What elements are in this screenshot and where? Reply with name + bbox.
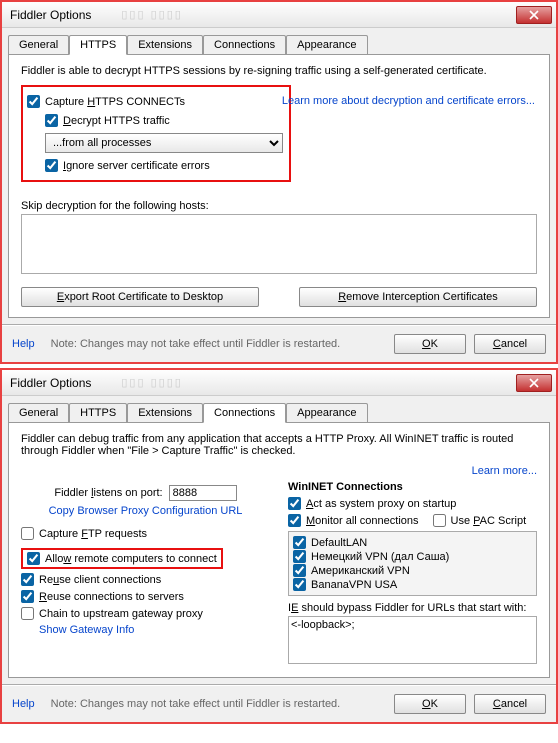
window-title: Fiddler Options bbox=[10, 8, 91, 22]
footer-note: Note: Changes may not take effect until … bbox=[51, 698, 394, 710]
tab-strip: General HTTPS Extensions Connections App… bbox=[2, 396, 556, 422]
conn-checkbox[interactable] bbox=[293, 564, 306, 577]
skip-decryption-input[interactable] bbox=[21, 214, 537, 274]
capture-connects-label: Capture HTTPS CONNECTs bbox=[45, 96, 185, 108]
tab-connections[interactable]: Connections bbox=[203, 403, 286, 423]
close-icon bbox=[529, 378, 539, 388]
learn-more-link[interactable]: Learn more... bbox=[472, 465, 537, 477]
ignore-cert-errors-label: Ignore server certificate errors bbox=[63, 160, 210, 172]
https-description: Fiddler is able to decrypt HTTPS session… bbox=[21, 65, 537, 77]
process-filter-select[interactable]: ...from all processes bbox=[45, 133, 283, 153]
tab-strip: General HTTPS Extensions Connections App… bbox=[2, 28, 556, 54]
capture-ftp-checkbox[interactable] bbox=[21, 527, 34, 540]
tab-appearance[interactable]: Appearance bbox=[286, 403, 367, 423]
tab-extensions[interactable]: Extensions bbox=[127, 403, 203, 423]
help-link[interactable]: Help bbox=[12, 698, 35, 710]
monitor-all-checkbox[interactable] bbox=[288, 514, 301, 527]
allow-remote-checkbox[interactable] bbox=[27, 552, 40, 565]
decrypt-traffic-label: Decrypt HTTPS traffic bbox=[63, 115, 170, 127]
left-column: Fiddler listens on port: Copy Browser Pr… bbox=[21, 481, 270, 667]
conn-label: Американский VPN bbox=[311, 565, 410, 577]
right-column: WinINET Connections Act as system proxy … bbox=[288, 481, 537, 667]
background-ghost: ▯▯▯ ▯▯▯▯ bbox=[121, 376, 182, 389]
tab-pane-https: Fiddler is able to decrypt HTTPS session… bbox=[8, 54, 550, 318]
dialog-footer: Help Note: Changes may not take effect u… bbox=[2, 324, 556, 362]
close-icon bbox=[529, 10, 539, 20]
bypass-label: IE should bypass Fiddler for URLs that s… bbox=[288, 602, 537, 614]
conn-checkbox[interactable] bbox=[293, 550, 306, 563]
cancel-button[interactable]: Cancel bbox=[474, 334, 546, 354]
act-system-proxy-checkbox[interactable] bbox=[288, 497, 301, 510]
export-cert-button[interactable]: Export Root Certificate to Desktop bbox=[21, 287, 259, 307]
conn-label: Немецкий VPN (дал Саша) bbox=[311, 551, 449, 563]
close-button[interactable] bbox=[516, 374, 552, 392]
help-link[interactable]: Help bbox=[12, 338, 35, 350]
tab-https[interactable]: HTTPS bbox=[69, 35, 127, 55]
dialog-footer: Help Note: Changes may not take effect u… bbox=[2, 684, 556, 722]
ok-button[interactable]: OK bbox=[394, 694, 466, 714]
cancel-button[interactable]: Cancel bbox=[474, 694, 546, 714]
tab-general[interactable]: General bbox=[8, 35, 69, 55]
dialog-https: Fiddler Options ▯▯▯ ▯▯▯▯ General HTTPS E… bbox=[0, 0, 558, 364]
use-pac-checkbox[interactable] bbox=[433, 514, 446, 527]
conn-checkbox[interactable] bbox=[293, 536, 306, 549]
ok-button[interactable]: OK bbox=[394, 334, 466, 354]
copy-proxy-url-link[interactable]: Copy Browser Proxy Configuration URL bbox=[49, 505, 243, 517]
allow-remote-label: Allow remote computers to connect bbox=[45, 553, 217, 565]
connections-list: DefaultLAN Немецкий VPN (дал Саша) Амери… bbox=[288, 531, 537, 596]
https-highlight-box: Capture HTTPS CONNECTs Decrypt HTTPS tra… bbox=[21, 85, 291, 182]
decrypt-traffic-checkbox[interactable] bbox=[45, 114, 58, 127]
reuse-client-label: Reuse client connections bbox=[39, 574, 161, 586]
titlebar: Fiddler Options ▯▯▯ ▯▯▯▯ bbox=[2, 2, 556, 28]
tab-general[interactable]: General bbox=[8, 403, 69, 423]
ignore-cert-errors-checkbox[interactable] bbox=[45, 159, 58, 172]
bypass-input[interactable]: <-loopback>; bbox=[288, 616, 537, 664]
monitor-all-label: Monitor all connections bbox=[306, 515, 419, 527]
wininet-heading: WinINET Connections bbox=[288, 481, 537, 493]
close-button[interactable] bbox=[516, 6, 552, 24]
dialog-connections: Fiddler Options ▯▯▯ ▯▯▯▯ General HTTPS E… bbox=[0, 368, 558, 724]
tab-connections[interactable]: Connections bbox=[203, 35, 286, 55]
learn-more-link[interactable]: Learn more about decryption and certific… bbox=[282, 95, 535, 107]
reuse-client-checkbox[interactable] bbox=[21, 573, 34, 586]
titlebar: Fiddler Options ▯▯▯ ▯▯▯▯ bbox=[2, 370, 556, 396]
listen-port-label: Fiddler listens on port: bbox=[54, 487, 162, 499]
act-system-proxy-label: Act as system proxy on startup bbox=[306, 498, 456, 510]
background-ghost: ▯▯▯ ▯▯▯▯ bbox=[121, 8, 182, 21]
tab-appearance[interactable]: Appearance bbox=[286, 35, 367, 55]
tab-extensions[interactable]: Extensions bbox=[127, 35, 203, 55]
skip-decryption-label: Skip decryption for the following hosts: bbox=[21, 200, 537, 212]
remove-cert-button[interactable]: Remove Interception Certificates bbox=[299, 287, 537, 307]
allow-remote-highlight: Allow remote computers to connect bbox=[21, 548, 223, 569]
connections-description: Fiddler can debug traffic from any appli… bbox=[21, 433, 537, 457]
footer-note: Note: Changes may not take effect until … bbox=[51, 338, 394, 350]
chain-upstream-label: Chain to upstream gateway proxy bbox=[39, 608, 203, 620]
conn-label: DefaultLAN bbox=[311, 537, 367, 549]
capture-ftp-label: Capture FTP requests bbox=[39, 528, 147, 540]
capture-connects-checkbox[interactable] bbox=[27, 95, 40, 108]
tab-pane-connections: Fiddler can debug traffic from any appli… bbox=[8, 422, 550, 678]
conn-label: BananaVPN USA bbox=[311, 579, 397, 591]
use-pac-label: Use PAC Script bbox=[451, 515, 527, 527]
tab-https[interactable]: HTTPS bbox=[69, 403, 127, 423]
gateway-info-link[interactable]: Show Gateway Info bbox=[39, 624, 134, 636]
conn-checkbox[interactable] bbox=[293, 578, 306, 591]
window-title: Fiddler Options bbox=[10, 376, 91, 390]
reuse-server-label: Reuse connections to servers bbox=[39, 591, 184, 603]
listen-port-input[interactable] bbox=[169, 485, 237, 501]
chain-upstream-checkbox[interactable] bbox=[21, 607, 34, 620]
reuse-server-checkbox[interactable] bbox=[21, 590, 34, 603]
